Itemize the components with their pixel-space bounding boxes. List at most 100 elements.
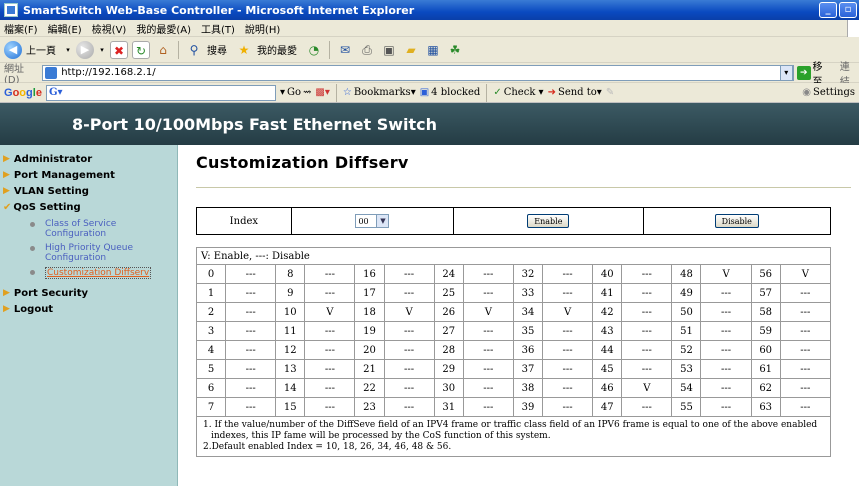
menu-file[interactable]: 檔案(F) bbox=[4, 21, 38, 36]
maximize-button[interactable]: ▫ bbox=[839, 2, 857, 18]
index-number: 0 bbox=[195, 264, 227, 284]
forward-icon[interactable]: ▶ bbox=[76, 40, 94, 59]
sidebar-subitem-class-of-service[interactable]: Class of Service Configuration bbox=[0, 219, 177, 239]
index-number: 9 bbox=[275, 283, 306, 303]
index-number: 47 bbox=[592, 397, 623, 417]
index-select[interactable]: 00 ▼ bbox=[355, 214, 390, 228]
index-number: 2 bbox=[195, 302, 227, 322]
sidebar-subitem-customization-diffserv[interactable]: Customization Diffserv bbox=[0, 267, 177, 279]
index-number: 60 bbox=[750, 340, 781, 360]
spellcheck-button[interactable]: ✓ Check ▾ bbox=[493, 87, 543, 98]
menu-edit[interactable]: 編輯(E) bbox=[48, 21, 82, 36]
dropdown-icon[interactable]: ▾ bbox=[98, 41, 106, 59]
messenger-icon[interactable]: ☘ bbox=[446, 41, 464, 59]
index-number: 22 bbox=[354, 378, 385, 398]
google-go-button[interactable]: ▾ Go ⇝ bbox=[280, 87, 311, 98]
index-number: 37 bbox=[512, 359, 544, 379]
sidebar: ▶ Administrator ▶ Port Management ▶ VLAN Se… bbox=[0, 145, 178, 486]
dropdown-icon[interactable]: ▾ bbox=[64, 41, 72, 59]
index-state: V bbox=[462, 302, 514, 322]
index-state: --- bbox=[225, 397, 277, 417]
back-button-label[interactable]: 上一頁 bbox=[26, 42, 56, 57]
google-logo[interactable]: Google bbox=[4, 87, 42, 99]
index-state: --- bbox=[700, 397, 752, 417]
google-options-icon[interactable]: ▩▾ bbox=[315, 87, 329, 98]
index-number: 61 bbox=[750, 359, 781, 379]
favorites-button-label[interactable]: 我的最愛 bbox=[257, 42, 297, 57]
sidebar-item-port-security[interactable]: ▶ Port Security bbox=[0, 285, 177, 301]
disable-button[interactable]: Disable bbox=[714, 214, 759, 228]
folder-icon[interactable]: ▰ bbox=[402, 41, 420, 59]
home-icon[interactable]: ⌂ bbox=[154, 41, 172, 59]
index-number: 19 bbox=[354, 321, 385, 341]
favorites-icon[interactable]: ★ bbox=[235, 41, 253, 59]
send-to-button[interactable]: ➜ Send to▾ bbox=[548, 87, 602, 98]
pencil-icon[interactable]: ✎ bbox=[606, 87, 614, 98]
index-state: --- bbox=[462, 264, 514, 284]
menu-view[interactable]: 檢視(V) bbox=[92, 21, 127, 36]
index-number: 54 bbox=[671, 378, 702, 398]
print-icon[interactable]: ⎙ bbox=[358, 41, 376, 59]
sidebar-item-port-management[interactable]: ▶ Port Management bbox=[0, 167, 177, 183]
index-state: --- bbox=[621, 302, 673, 322]
address-url[interactable]: http://192.168.2.1/ bbox=[61, 67, 155, 78]
index-number: 31 bbox=[433, 397, 464, 417]
mail-icon[interactable]: ✉ bbox=[336, 41, 354, 59]
stop-icon[interactable]: ✖ bbox=[110, 40, 128, 59]
index-state: --- bbox=[225, 340, 277, 360]
address-input[interactable]: http://192.168.2.1/ bbox=[42, 64, 794, 81]
bookmarks-button[interactable]: ☆ Bookmarks▾ bbox=[343, 87, 416, 98]
index-state: --- bbox=[225, 283, 277, 303]
sidebar-item-administrator[interactable]: ▶ Administrator bbox=[0, 151, 177, 167]
index-state: --- bbox=[779, 302, 832, 322]
research-icon[interactable]: ▦ bbox=[424, 41, 442, 59]
index-state: --- bbox=[304, 397, 356, 417]
index-state: --- bbox=[304, 378, 356, 398]
edit-icon[interactable]: ▣ bbox=[380, 41, 398, 59]
sidebar-item-vlan-setting[interactable]: ▶ VLAN Setting bbox=[0, 183, 177, 199]
bullet-icon bbox=[30, 270, 35, 275]
index-state: --- bbox=[542, 359, 594, 379]
history-icon[interactable]: ◔ bbox=[305, 41, 323, 59]
index-control-table: Index 00 ▼ Enable Disable bbox=[196, 207, 831, 235]
index-number: 13 bbox=[275, 359, 306, 379]
index-number: 7 bbox=[195, 397, 227, 417]
index-number: 3 bbox=[195, 321, 227, 341]
google-g-icon: G▾ bbox=[48, 87, 63, 98]
back-icon[interactable]: ◀ bbox=[4, 40, 22, 59]
toolbar-separator bbox=[329, 40, 330, 59]
search-button-label[interactable]: 搜尋 bbox=[207, 42, 227, 57]
index-select-value: 00 bbox=[358, 216, 369, 226]
index-state: --- bbox=[304, 359, 356, 379]
settings-button[interactable]: ◉ Settings bbox=[802, 87, 855, 98]
index-state: --- bbox=[779, 321, 832, 341]
sidebar-item-logout[interactable]: ▶ Logout bbox=[0, 301, 177, 317]
minimize-button[interactable]: _ bbox=[819, 2, 837, 18]
menu-favorites[interactable]: 我的最愛(A) bbox=[136, 21, 191, 36]
menu-tools[interactable]: 工具(T) bbox=[201, 21, 235, 36]
sidebar-item-qos-setting[interactable]: ✔ QoS Setting bbox=[0, 199, 177, 215]
index-number: 42 bbox=[592, 302, 623, 322]
search-icon[interactable]: ⚲ bbox=[185, 41, 203, 59]
diffserv-map-table: V: Enable, ---: Disable 0 --- 8 --- 16 --- 24-… bbox=[195, 247, 832, 457]
enable-button[interactable]: Enable bbox=[527, 214, 570, 228]
index-number: 30 bbox=[433, 378, 464, 398]
address-dropdown-icon[interactable]: ▾ bbox=[779, 64, 794, 81]
chevron-down-icon[interactable]: ▼ bbox=[376, 215, 389, 227]
index-state: --- bbox=[383, 397, 435, 417]
google-search-input[interactable]: G▾ bbox=[45, 84, 276, 101]
index-state: --- bbox=[225, 302, 277, 322]
index-number: 49 bbox=[671, 283, 702, 303]
index-number: 59 bbox=[750, 321, 781, 341]
expanded-icon: ✔ bbox=[3, 201, 12, 213]
index-state: --- bbox=[542, 283, 594, 303]
refresh-icon[interactable]: ↻ bbox=[132, 40, 150, 59]
sidebar-subitem-high-priority-queue[interactable]: High Priority Queue Configuration bbox=[0, 243, 177, 263]
menu-help[interactable]: 說明(H) bbox=[245, 21, 280, 36]
index-number: 17 bbox=[354, 283, 385, 303]
window-title: SmartSwitch Web-Base Controller - Micros… bbox=[23, 3, 415, 17]
index-state: V bbox=[779, 264, 832, 284]
popup-blocker-button[interactable]: ▣ 4 blocked bbox=[420, 87, 481, 98]
index-state: --- bbox=[779, 283, 832, 303]
index-number: 20 bbox=[354, 340, 385, 360]
